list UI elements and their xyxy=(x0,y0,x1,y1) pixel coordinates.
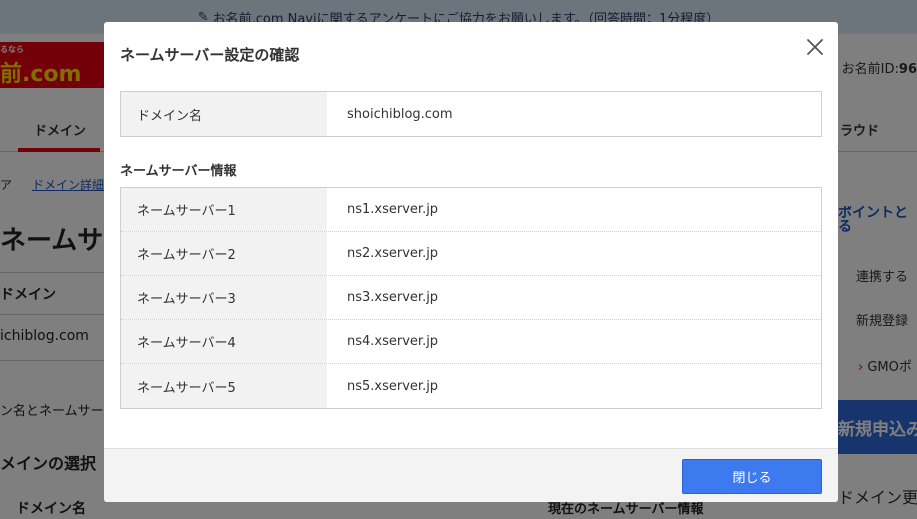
table-row: ドメイン名 shoichiblog.com xyxy=(121,92,821,136)
nameserver-label: ネームサーバー3 xyxy=(121,276,327,319)
close-button[interactable]: 閉じる xyxy=(682,459,822,494)
nameserver-value: ns2.xserver.jp xyxy=(347,246,439,261)
nameserver-label: ネームサーバー2 xyxy=(121,232,327,275)
nameserver-section-title: ネームサーバー情報 xyxy=(120,164,237,179)
nameserver-label: ネームサーバー1 xyxy=(121,188,327,231)
nameserver-value: ns5.xserver.jp xyxy=(347,378,439,394)
domain-table: ドメイン名 shoichiblog.com xyxy=(120,91,822,137)
nameserver-value: ns4.xserver.jp xyxy=(347,334,439,349)
domain-name-label: ドメイン名 xyxy=(121,92,327,136)
table-row: ネームサーバー3 ns3.xserver.jp xyxy=(121,276,821,320)
nameserver-value: ns3.xserver.jp xyxy=(347,290,439,305)
nameserver-table: ネームサーバー1 ns1.xserver.jp ネームサーバー2 ns2.xse… xyxy=(120,187,822,409)
nameserver-confirm-dialog: ネームサーバー設定の確認 ドメイン名 shoichiblog.com ネームサー… xyxy=(104,22,838,502)
table-row: ネームサーバー5 ns5.xserver.jp xyxy=(121,364,821,408)
nameserver-label: ネームサーバー5 xyxy=(121,364,327,408)
nameserver-value: ns1.xserver.jp xyxy=(347,202,439,217)
nameserver-label: ネームサーバー4 xyxy=(121,320,327,363)
table-row: ネームサーバー1 ns1.xserver.jp xyxy=(121,188,821,232)
domain-name-value: shoichiblog.com xyxy=(347,106,453,122)
table-row: ネームサーバー2 ns2.xserver.jp xyxy=(121,232,821,276)
dialog-title: ネームサーバー設定の確認 xyxy=(120,46,300,64)
dialog-footer: 閉じる xyxy=(104,448,838,502)
close-icon[interactable] xyxy=(804,36,826,58)
table-row: ネームサーバー4 ns4.xserver.jp xyxy=(121,320,821,364)
